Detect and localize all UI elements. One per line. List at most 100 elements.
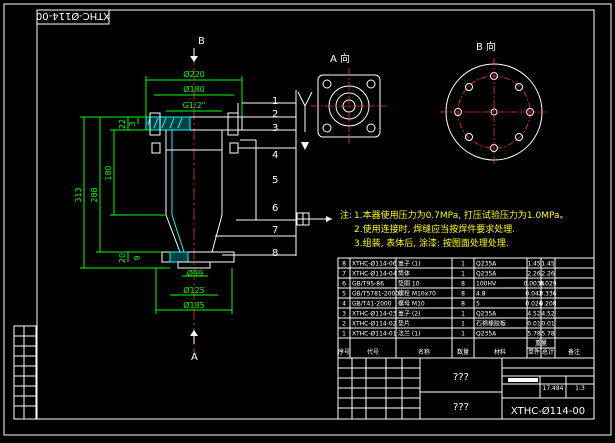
bom-cell-mat: Q235A — [476, 271, 497, 278]
balloon-2: 2 — [272, 109, 278, 120]
bom-cell-w1: 5.78 — [527, 331, 541, 338]
bom-cell-name: 垫片 — [398, 320, 410, 328]
title-name-b: ??? — [453, 402, 469, 413]
view-b-label: B 向 — [476, 40, 496, 53]
dim-h288: 288 — [90, 187, 99, 202]
bom-cell-name: 筒体 — [398, 270, 410, 278]
bom-cell-no: 5 — [342, 291, 346, 298]
bom-cell-qty: 8 — [461, 291, 465, 298]
bom-cell-no: 8 — [342, 261, 346, 268]
dim-d185: Ø185 — [183, 300, 205, 310]
bom-cell-code: XTHC-Ø114-01 — [352, 331, 397, 338]
bom-cell-code: XTHC-Ø114-02 — [352, 321, 397, 328]
balloon-8: 8 — [272, 248, 278, 259]
dim-h9: 9 — [133, 255, 142, 260]
bom-header-name: 名称 — [418, 348, 430, 356]
bom-cell-no: 1 — [342, 331, 346, 338]
title-weight: 17.484 — [543, 385, 564, 392]
balloon-7: 7 — [272, 225, 278, 236]
dim-d99: Ø99 — [187, 268, 203, 278]
note-2: 2.使用连接时, 焊缝应当按焊件要求处理. — [354, 223, 515, 235]
balloon-5: 5 — [272, 175, 278, 186]
bom-cell-name: 螺母 M10 — [398, 300, 425, 308]
note-1: 1.本器使用压力为0.7MPa, 打压试验压力为1.0MPa。 — [354, 209, 569, 221]
view-a-label: A 向 — [330, 52, 350, 65]
balloon-4: 4 — [272, 150, 278, 161]
dim-h180: 180 — [104, 165, 113, 180]
rotated-drawing-code: XTHC-Ø114-00 — [36, 10, 110, 22]
top-flange-hatch — [145, 116, 191, 131]
bom-cell-qty: 1 — [461, 331, 465, 338]
bom-header-weight: 重量 — [535, 339, 547, 347]
bom-cell-w2: 5.78 — [541, 331, 555, 338]
bom-cell-qty: 8 — [461, 301, 465, 308]
bom-cell-qty: 1 — [461, 271, 465, 278]
bom-cell-w2: 2.26 — [541, 271, 555, 278]
cad-drawing: XTHC-Ø114-00 B A Ø220 Ø180 G1/2" Ø99 Ø12… — [0, 0, 615, 439]
bom-cell-name: 螺栓 M10x70 — [398, 290, 436, 298]
bom-cell-qty: 1 — [461, 311, 465, 318]
bom-cell-mat: Q235A — [476, 311, 497, 318]
title-drawing-code: XTHC-Ø114-00 — [511, 405, 585, 417]
bom-cell-mat: Q235A — [476, 261, 497, 268]
bom-cell-w2: 1.45 — [541, 261, 555, 268]
bom-header-code: 代号 — [367, 348, 379, 356]
title-scale: 1:3 — [575, 385, 585, 392]
bom-cell-name: 法兰 (1) — [398, 330, 420, 338]
bom-cell-w1: 2.26 — [527, 271, 541, 278]
bom-cell-no: 7 — [342, 271, 346, 278]
note-3: 3.组装, 表体后, 涂漆: 按图面处理处理. — [354, 237, 509, 249]
bom-cell-w2: 0.01 — [541, 321, 555, 328]
bom-cell-w2: 0.029 — [539, 281, 556, 288]
bom-header-w1: 单件 — [528, 348, 540, 356]
drawing-canvas: XTHC-Ø114-00 B A Ø220 Ø180 G1/2" Ø99 Ø12… — [0, 0, 615, 439]
bom-cell-no: 6 — [342, 281, 346, 288]
bom-cell-name: 盖子 (1) — [398, 260, 420, 268]
balloon-3: 3 — [272, 123, 278, 134]
bom-header-no: 序号 — [338, 348, 350, 356]
dim-d125: Ø125 — [183, 285, 205, 295]
section-label-top: B — [198, 36, 205, 47]
bom-cell-mat: 石棉橡胶板 — [476, 320, 506, 328]
bottom-flange-hatch — [169, 251, 189, 263]
bom-cell-no: 4 — [342, 301, 346, 308]
bom-cell-w1: 4.52 — [527, 311, 541, 318]
dim-h313: 313 — [74, 187, 83, 202]
balloon-1: 1 — [272, 96, 278, 107]
bom-header-qty: 数量 — [457, 348, 469, 356]
bom-header-w2: 总计 — [542, 348, 554, 356]
bom-cell-w1: 0.01 — [527, 321, 541, 328]
bom-cell-mat: 5 — [476, 301, 480, 308]
bom-header-mat: 材料 — [494, 348, 506, 356]
bom-cell-code: XTHC-Ø114-06 — [352, 261, 397, 268]
balloon-6: 6 — [272, 203, 278, 214]
bom-cell-name: 盖子 (2) — [398, 310, 420, 318]
dim-h22: 22 — [118, 119, 127, 129]
section-label-bottom: A — [191, 352, 198, 363]
bom-cell-no: 3 — [342, 311, 346, 318]
dim-h3: 3 — [128, 121, 137, 126]
bom-cell-name: 垫圈 10 — [398, 280, 420, 288]
bom-cell-qty: 8 — [461, 281, 465, 288]
bom-cell-w1: 1.45 — [527, 261, 541, 268]
bom-cell-w2: 0.208 — [539, 301, 556, 308]
bom-cell-code: GB/T95-86 — [352, 281, 384, 288]
dim-h20: 20 — [118, 253, 127, 263]
bom-cell-no: 2 — [342, 321, 346, 328]
bom-cell-code: GB/T5781-2000 — [352, 291, 399, 298]
bom-cell-mat: 4.8 — [476, 291, 486, 298]
bom-cell-code: XTHC-Ø114-04 — [352, 271, 397, 278]
bom-cell-w2: 0.336 — [539, 291, 556, 298]
bom-cell-qty: 1 — [461, 321, 465, 328]
title-name-a: ??? — [453, 372, 469, 383]
bom-cell-code: GB/T41-2000 — [352, 301, 392, 308]
bom-cell-code: XTHC-Ø114-03 — [352, 311, 397, 318]
bom-cell-w2: 4.52 — [541, 311, 555, 318]
dim-d180: Ø180 — [183, 84, 205, 94]
notes-prefix: 注: — [340, 209, 352, 221]
bom-cell-mat: Q235A — [476, 331, 497, 338]
bom-cell-mat: 100HV — [476, 281, 497, 288]
bom-cell-qty: 1 — [461, 261, 465, 268]
dim-d220: Ø220 — [183, 69, 205, 79]
bom-header-note: 备注 — [568, 348, 580, 356]
